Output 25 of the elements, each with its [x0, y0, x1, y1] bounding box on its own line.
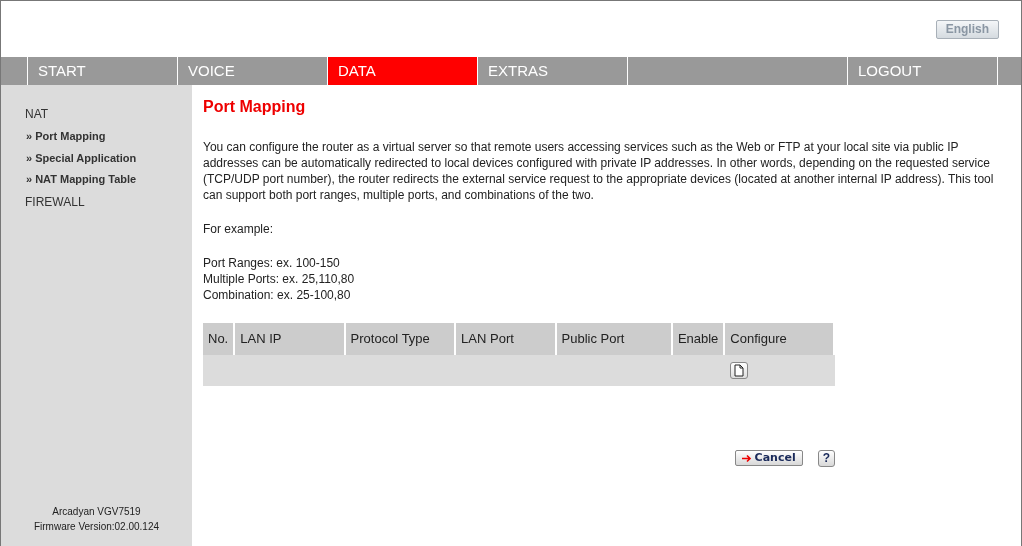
sidebar-section[interactable]: NAT: [25, 105, 192, 123]
example-heading: For example:: [203, 221, 275, 237]
nav-tab[interactable]: DATA: [327, 57, 477, 85]
intro-paragraph: You can configure the router as a virtual server so that remote users accessing services such as the Web or FTP at your local site via public IP addresses can be automatically redirected to local devices configured with private IP addresses. In other words, depending on the requested service (TCP/UDP port number), the router redirects the external service request to the appropriate devices (located at another internal IP address). This tool can support both port ranges, multiple ports, and combinations of the two.: [203, 139, 995, 203]
footer-text: Arcadyan VGV7519: [51, 505, 142, 519]
column-header: LAN IP: [235, 323, 346, 355]
column-header: Public Port: [556, 323, 673, 355]
sidebar-link[interactable]: » Port Mapping: [26, 128, 192, 145]
example-line: Multiple Ports: ex. 25,110,80: [203, 271, 356, 287]
column-header: Protocol Type: [345, 323, 457, 355]
column-header: LAN Port: [456, 323, 557, 355]
sidebar-link[interactable]: » NAT Mapping Table: [26, 171, 192, 188]
sidebar-link[interactable]: » Special Application: [26, 149, 192, 166]
footer-text: Firmware Version:02.00.124: [32, 520, 161, 534]
page-title: Port Mapping: [203, 97, 307, 117]
cancel-button[interactable]: Cancel: [734, 450, 803, 466]
column-header: No.: [203, 323, 236, 355]
help-button[interactable]: ?: [817, 449, 835, 467]
example-line: Combination: ex. 25-100,80: [203, 287, 352, 303]
column-header: Configure: [725, 323, 835, 355]
sidebar-section[interactable]: FIREWALL: [25, 192, 192, 211]
arrow-icon: [741, 453, 752, 463]
column-header: Enable: [672, 323, 726, 355]
example-line: Port Ranges: ex. 100-150: [203, 255, 341, 271]
new-entry-icon[interactable]: [730, 362, 749, 380]
